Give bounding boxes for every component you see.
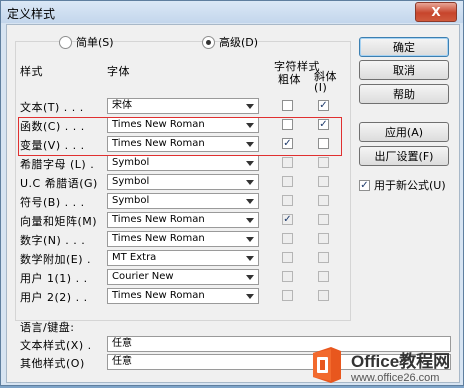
font-select[interactable]: Symbol — [107, 174, 259, 190]
chevron-down-icon — [246, 104, 254, 109]
cancel-button-label: 取消 — [393, 64, 415, 77]
advanced-radio-circle[interactable] — [202, 35, 215, 49]
cancel-button[interactable]: 取消 — [359, 60, 449, 80]
row-label: 数字(N) . . . — [20, 234, 86, 247]
advanced-radio[interactable]: 高级(D) — [202, 34, 258, 50]
row-label: 文本(T) . . . — [20, 101, 84, 114]
header-style: 样式 — [20, 65, 43, 78]
font-select-value: Symbol — [112, 157, 150, 168]
italic-checkbox[interactable] — [318, 252, 329, 263]
font-select-value: Times New Roman — [112, 214, 205, 225]
font-select[interactable]: Courier New — [107, 269, 259, 285]
apply-button-label: 应用(A) — [384, 126, 424, 139]
header-italic: 斜体(I) — [314, 70, 337, 94]
italic-checkbox[interactable]: ✓ — [318, 100, 329, 111]
bold-checkbox[interactable] — [282, 252, 293, 263]
office-logo-icon — [307, 345, 347, 385]
chevron-down-icon — [246, 161, 254, 166]
italic-checkbox[interactable] — [318, 233, 329, 244]
highlight-box — [18, 117, 342, 156]
bold-checkbox[interactable] — [282, 271, 293, 282]
row-label: 符号(B) . . . — [20, 196, 85, 209]
chevron-down-icon — [246, 256, 254, 261]
font-select-value: MT Extra — [112, 252, 157, 263]
bold-checkbox[interactable] — [282, 100, 293, 111]
watermark-text: Office教程网 www.office26.com — [351, 347, 450, 384]
factory-settings-label: 出厂设置(F) — [374, 150, 434, 163]
bold-checkbox[interactable] — [282, 290, 293, 301]
help-button[interactable]: 帮助 — [359, 84, 449, 104]
row-label: 用户 2(2) . . — [20, 291, 88, 304]
text-style-value: 任意 — [112, 338, 132, 349]
row-label: 数学附加(E) . — [20, 253, 92, 266]
italic-checkbox[interactable] — [318, 290, 329, 301]
other-style-label: 其他样式(O) — [20, 357, 85, 370]
dialog-window: 定义样式 X 简单(S) 高级(D) 样式 字体 字符样式 粗体 斜体(I) 文… — [0, 0, 464, 386]
watermark: Office教程网 www.office26.com — [307, 343, 457, 387]
simple-radio-circle[interactable] — [59, 35, 72, 49]
font-select[interactable]: Times New Roman — [107, 212, 259, 228]
close-icon: X — [431, 5, 441, 19]
chevron-down-icon — [246, 294, 254, 299]
new-formula-checkbox[interactable]: ✓ — [359, 179, 370, 191]
bold-checkbox[interactable] — [282, 157, 293, 168]
italic-checkbox[interactable] — [318, 214, 329, 225]
font-select[interactable]: Times New Roman — [107, 231, 259, 247]
bold-checkbox[interactable] — [282, 176, 293, 187]
watermark-title: Office教程网 — [351, 351, 451, 371]
chevron-down-icon — [246, 199, 254, 204]
italic-checkbox[interactable] — [318, 157, 329, 168]
chevron-down-icon — [246, 218, 254, 223]
italic-checkbox[interactable] — [318, 195, 329, 206]
simple-radio-label: 简单(S) — [76, 36, 114, 49]
simple-radio[interactable]: 简单(S) — [59, 34, 114, 50]
chevron-down-icon — [246, 180, 254, 185]
ok-button-label: 确定 — [393, 41, 415, 54]
row-label: 用户 1(1) . . — [20, 272, 88, 285]
close-button[interactable]: X — [415, 2, 457, 22]
row-label: 希腊字母 (L) . — [20, 158, 95, 171]
bold-checkbox[interactable] — [282, 195, 293, 206]
new-formula-option[interactable]: ✓ 用于新公式(U) — [359, 177, 446, 193]
help-button-label: 帮助 — [393, 88, 415, 101]
font-select[interactable]: Symbol — [107, 193, 259, 209]
language-heading: 语言/键盘: — [20, 321, 75, 334]
ok-button[interactable]: 确定 — [359, 37, 449, 57]
font-select-value: Times New Roman — [112, 233, 205, 244]
bold-checkbox[interactable] — [282, 233, 293, 244]
font-select-value: Symbol — [112, 176, 150, 187]
apply-button[interactable]: 应用(A) — [359, 122, 449, 142]
font-select[interactable]: Symbol — [107, 155, 259, 171]
font-select[interactable]: Times New Roman — [107, 288, 259, 304]
advanced-radio-label: 高级(D) — [219, 36, 259, 49]
chevron-down-icon — [246, 237, 254, 242]
new-formula-label: 用于新公式(U) — [374, 179, 446, 192]
other-style-value: 任意 — [112, 356, 132, 367]
factory-settings-button[interactable]: 出厂设置(F) — [359, 146, 449, 166]
text-style-label: 文本样式(X) . — [20, 339, 92, 352]
header-font: 字体 — [107, 65, 130, 78]
font-select-value: Symbol — [112, 195, 150, 206]
header-bold: 粗体 — [278, 73, 301, 86]
chevron-down-icon — [246, 275, 254, 280]
font-select[interactable]: 宋体 — [107, 98, 259, 114]
title-bar: 定义样式 X — [1, 1, 463, 23]
italic-checkbox[interactable] — [318, 271, 329, 282]
bold-checkbox[interactable]: ✓ — [282, 214, 293, 225]
font-select-value: Times New Roman — [112, 290, 205, 301]
window-title: 定义样式 — [7, 7, 56, 21]
row-label: U.C 希腊语(G) — [20, 177, 98, 190]
font-select-value: 宋体 — [112, 100, 132, 111]
dialog-client: 简单(S) 高级(D) 样式 字体 字符样式 粗体 斜体(I) 文本(T) . … — [6, 24, 460, 384]
italic-checkbox[interactable] — [318, 176, 329, 187]
font-select[interactable]: MT Extra — [107, 250, 259, 266]
font-select-value: Courier New — [112, 271, 174, 282]
row-label: 向量和矩阵(M) — [20, 215, 98, 228]
watermark-url: www.office26.com — [351, 371, 440, 384]
